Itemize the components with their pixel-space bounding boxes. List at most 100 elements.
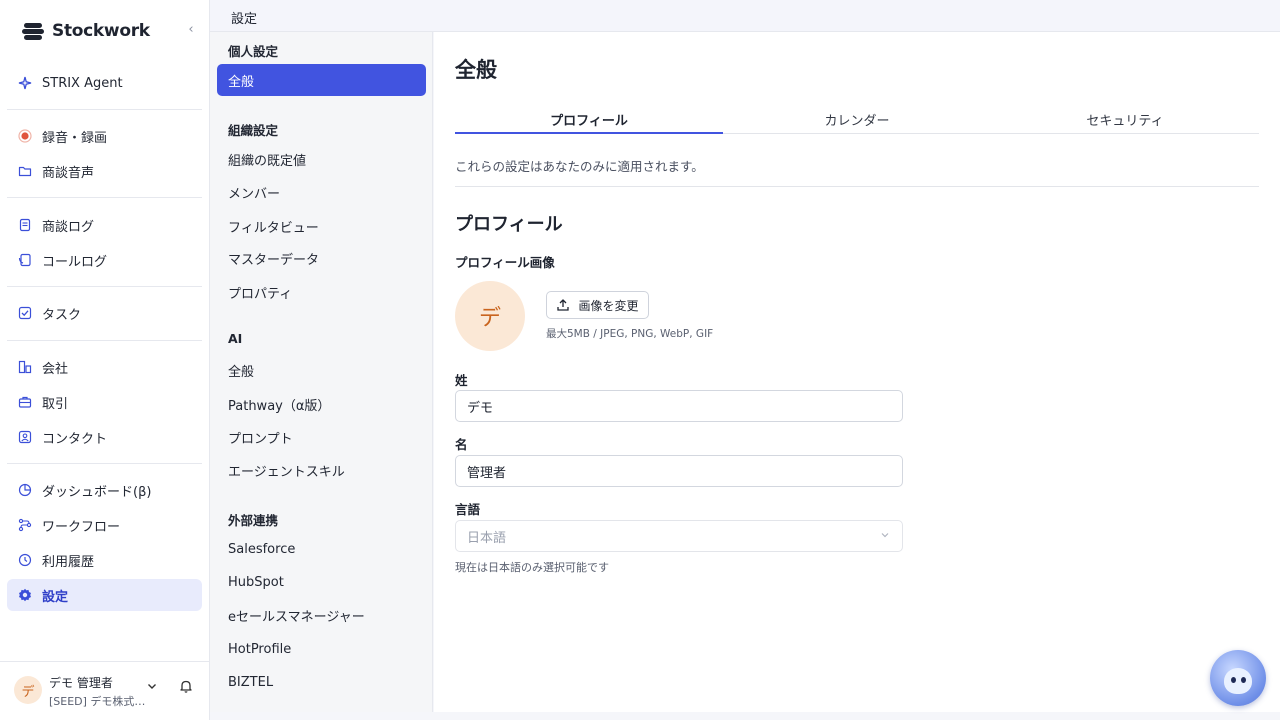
sidebar-item-contacts[interactable]: コンタクト	[7, 421, 202, 453]
subnav-item-pathway[interactable]: Pathway（α版）	[217, 388, 426, 420]
tab-bar: プロフィール カレンダー セキュリティ	[455, 108, 1259, 134]
subnav-item-properties[interactable]: プロパティ	[217, 276, 426, 308]
subnav-heading-integrations: 外部連携	[228, 513, 279, 528]
checkbox-icon	[18, 306, 32, 320]
folder-icon	[18, 164, 32, 178]
upload-hint: 最大5MB / JPEG, PNG, WebP, GIF	[546, 328, 714, 340]
language-value: 日本語	[467, 530, 507, 546]
subnav-item-e-sales-manager[interactable]: eセールスマネージャー	[217, 599, 426, 631]
assistant-eye	[1241, 677, 1246, 683]
sidebar-item-label: タスク	[42, 307, 82, 323]
subnav-item-org-defaults[interactable]: 組織の既定値	[217, 143, 426, 175]
assistant-mascot-icon	[1224, 668, 1252, 694]
pie-chart-icon	[18, 483, 32, 497]
subnav-item-hubspot[interactable]: HubSpot	[217, 566, 426, 598]
user-menu[interactable]: デ デモ 管理者 [SEED] デモ株式…	[0, 661, 209, 720]
sidebar-item-recording[interactable]: 録音・録画	[7, 120, 202, 152]
sidebar-item-settings[interactable]: 設定	[7, 579, 202, 611]
subnav-item-prompts[interactable]: プロンプト	[217, 421, 426, 453]
building-icon	[18, 360, 32, 374]
settings-subnav: 個人設定 全般 組織設定 組織の既定値 メンバー フィルタビュー マスターデータ…	[210, 32, 433, 712]
chevron-down-icon[interactable]	[146, 680, 158, 695]
sidebar-divider	[7, 340, 202, 341]
settings-main: 全般 プロフィール カレンダー セキュリティ これらの設定はあなたのみに適用され…	[434, 32, 1280, 712]
subnav-heading-personal: 個人設定	[228, 44, 279, 59]
brand-name: Stockwork	[52, 21, 150, 41]
sidebar-item-call-log[interactable]: コールログ	[7, 244, 202, 276]
profile-avatar: デ	[455, 281, 525, 351]
sidebar-item-workflow[interactable]: ワークフロー	[7, 509, 202, 541]
avatar: デ	[14, 676, 42, 704]
sparkle-icon	[18, 76, 32, 90]
subnav-heading-ai: AI	[228, 331, 243, 346]
first-name-label: 名	[455, 437, 468, 452]
tab-calendar[interactable]: カレンダー	[723, 108, 991, 133]
language-select[interactable]: 日本語	[455, 520, 903, 552]
subnav-item-hotprofile[interactable]: HotProfile	[217, 633, 426, 665]
sidebar-item-label: 商談音声	[42, 165, 95, 181]
chevron-down-icon	[880, 530, 890, 543]
logo-icon	[22, 19, 48, 43]
last-name-input[interactable]: デモ	[455, 390, 903, 422]
assistant-eye	[1231, 677, 1236, 683]
language-helper: 現在は日本語のみ選択可能です	[455, 561, 609, 574]
sidebar-item-strix-agent[interactable]: STRIX Agent	[7, 67, 202, 99]
section-divider	[455, 186, 1259, 187]
section-title: プロフィール	[455, 214, 563, 235]
collapse-sidebar-icon[interactable]: ‹	[184, 22, 198, 38]
sidebar-item-companies[interactable]: 会社	[7, 351, 202, 383]
assistant-chat-button[interactable]	[1210, 650, 1266, 706]
subnav-item-master-data[interactable]: マスターデータ	[217, 242, 426, 274]
sidebar-divider	[7, 463, 202, 464]
tab-security[interactable]: セキュリティ	[991, 108, 1259, 133]
subnav-item-salesforce[interactable]: Salesforce	[217, 533, 426, 565]
sidebar-item-tasks[interactable]: タスク	[7, 297, 202, 329]
sidebar-item-label: STRIX Agent	[42, 75, 123, 91]
sidebar-item-dashboard[interactable]: ダッシュボード(β)	[7, 474, 202, 506]
settings-description: これらの設定はあなたのみに適用されます。	[455, 159, 704, 174]
user-name: デモ 管理者	[49, 676, 113, 690]
language-label: 言語	[455, 502, 481, 517]
upload-icon	[556, 298, 570, 312]
sidebar-item-label: 利用履歴	[42, 554, 95, 570]
contact-icon	[18, 430, 32, 444]
briefcase-icon	[18, 395, 32, 409]
subnav-item-biztel[interactable]: BIZTEL	[217, 666, 426, 698]
sidebar-item-label: 設定	[42, 589, 69, 605]
user-organization: [SEED] デモ株式…	[49, 695, 146, 708]
workflow-icon	[18, 518, 32, 532]
breadcrumb: 設定	[231, 12, 258, 27]
brand-logo[interactable]: Stockwork	[22, 16, 202, 46]
subnav-item-personal-general[interactable]: 全般	[217, 64, 426, 96]
sidebar-item-label: 会社	[42, 361, 69, 377]
sidebar-divider	[7, 109, 202, 110]
record-icon	[18, 129, 32, 143]
sidebar-item-usage-history[interactable]: 利用履歴	[7, 544, 202, 576]
sidebar-item-label: ダッシュボード(β)	[42, 484, 152, 500]
first-name-input[interactable]: 管理者	[455, 455, 903, 487]
sidebar-item-label: 録音・録画	[42, 130, 108, 146]
document-icon	[18, 218, 32, 232]
subnav-heading-organization: 組織設定	[228, 123, 279, 138]
subnav-item-filter-views[interactable]: フィルタビュー	[217, 210, 426, 242]
subnav-item-members[interactable]: メンバー	[217, 176, 426, 208]
sidebar: Stockwork ‹ STRIX Agent 録音・録画 商談音声 商談ログ …	[0, 0, 210, 720]
profile-image-label: プロフィール画像	[455, 255, 555, 270]
phone-log-icon	[18, 253, 32, 267]
bell-icon[interactable]	[178, 678, 194, 694]
tab-profile[interactable]: プロフィール	[455, 108, 723, 134]
subnav-item-agent-skills[interactable]: エージェントスキル	[217, 454, 426, 486]
sidebar-item-meeting-audio[interactable]: 商談音声	[7, 155, 202, 187]
change-image-label: 画像を変更	[578, 298, 639, 313]
last-name-label: 姓	[455, 373, 468, 388]
sidebar-item-label: コンタクト	[42, 431, 108, 447]
sidebar-item-label: 取引	[42, 396, 69, 412]
sidebar-item-meeting-log[interactable]: 商談ログ	[7, 209, 202, 241]
subnav-item-ai-general[interactable]: 全般	[217, 354, 426, 386]
gear-icon	[18, 588, 32, 602]
change-image-button[interactable]: 画像を変更	[546, 291, 649, 319]
sidebar-divider	[7, 197, 202, 198]
sidebar-item-deals[interactable]: 取引	[7, 386, 202, 418]
sidebar-item-label: 商談ログ	[42, 219, 95, 235]
history-icon	[18, 553, 32, 567]
